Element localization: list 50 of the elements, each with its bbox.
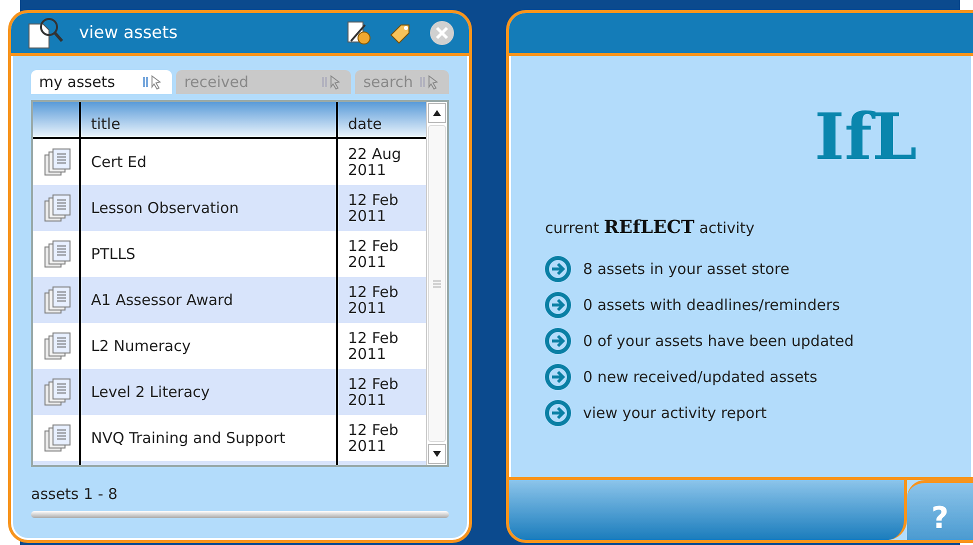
asset-count: assets 1 - 8 <box>31 485 118 503</box>
documents-icon <box>43 423 73 453</box>
table-cell: PTLLS <box>91 246 136 262</box>
table-cell-text: 22 Aug 2011 <box>348 146 402 178</box>
activity-heading: current REfLECT activity <box>545 217 756 238</box>
activity-link[interactable]: 0 assets with deadlines/reminders <box>583 296 840 314</box>
table-row[interactable]: L2 Numeracy 12 Feb 2011 <box>33 323 426 369</box>
activity-link[interactable]: view your activity report <box>583 404 767 422</box>
table-cell: L2 Numeracy <box>91 338 191 354</box>
table-cell: Level 2 Literacy <box>91 384 210 400</box>
logo: IfL <box>814 100 917 175</box>
close-icon[interactable] <box>429 20 456 46</box>
scrollbar[interactable] <box>426 102 448 465</box>
documents-icon <box>43 377 73 407</box>
window-title: view assets <box>79 23 179 43</box>
scroll-down-button[interactable] <box>428 444 446 464</box>
documents-icon <box>43 239 73 269</box>
arrow-circle-icon <box>545 292 572 318</box>
activity-link[interactable]: 0 new received/updated assets <box>583 368 818 386</box>
documents-icon <box>43 193 73 223</box>
up-arrow-icon <box>433 110 442 116</box>
table-row[interactable]: PTLLS 12 Feb 2011 <box>33 231 426 277</box>
table-cell: Cert Ed <box>91 154 147 170</box>
arrow-circle-icon <box>545 364 572 390</box>
table-row[interactable]: NVQ Training and Support 12 Feb 2011 <box>33 415 426 461</box>
table-cell-text: 12 Feb 2011 <box>348 238 400 270</box>
arrow-circle-icon <box>545 328 572 354</box>
documents-icon <box>43 331 73 361</box>
scroll-up-button[interactable] <box>428 103 446 123</box>
tab[interactable]: my assets <box>31 70 172 94</box>
table-cell: A1 Assessor Award <box>91 292 233 308</box>
column-header[interactable]: title <box>91 115 120 133</box>
table-row[interactable]: Cert Ed 22 Aug 2011 <box>33 139 426 185</box>
arrow-circle-icon <box>545 256 572 282</box>
column-header[interactable]: date <box>348 115 382 133</box>
table-cell-text: 12 Feb 2011 <box>348 330 400 362</box>
documents-icon <box>43 285 73 315</box>
activity-link[interactable]: 0 of your assets have been updated <box>583 332 854 350</box>
down-arrow-icon <box>433 451 442 457</box>
table-cell-text: 12 Feb 2011 <box>348 422 400 454</box>
table-cell-text: 12 Feb 2011 <box>348 192 400 224</box>
table-cell-text: 12 Feb 2011 <box>348 284 400 316</box>
activity-link[interactable]: 8 assets in your asset store <box>583 260 790 278</box>
arrow-circle-icon <box>545 400 572 426</box>
documents-icon <box>43 147 73 177</box>
table-cell: NVQ Training and Support <box>91 430 286 446</box>
edit-gear-icon[interactable] <box>345 19 374 47</box>
table-cell-text: 12 Feb 2011 <box>348 376 400 408</box>
table-cell: Lesson Observation <box>91 200 239 216</box>
scroll-thumb[interactable] <box>428 125 446 442</box>
